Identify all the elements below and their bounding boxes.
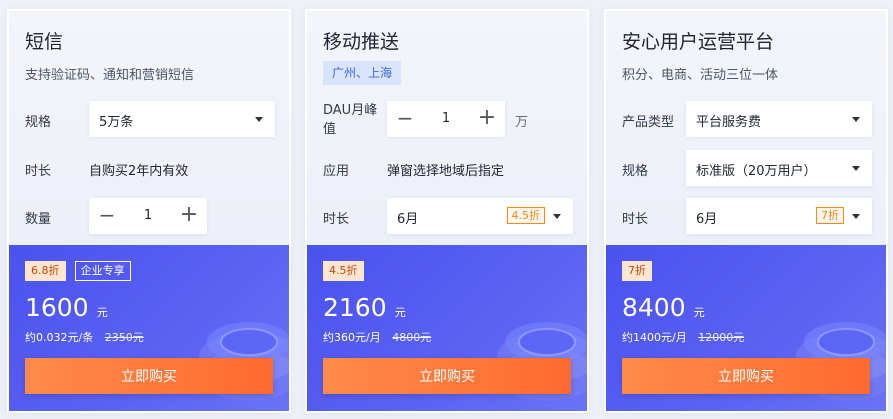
card-config: 安心用户运营平台 积分、电商、活动三位一体 产品类型 平台服务费 规格 标准版（… [606, 11, 886, 247]
dau-stepper[interactable]: − 1 + [387, 101, 505, 137]
buy-button[interactable]: 立即购买 [622, 358, 870, 394]
duration-label: 时长 [25, 164, 52, 179]
tag-group: 7折 [622, 261, 656, 281]
discount-badge: 4.5折 [323, 261, 364, 281]
product-type-label: 产品类型 [622, 115, 675, 130]
duration-select[interactable]: 6月 7折 [686, 198, 872, 234]
product-type-select[interactable]: 平台服务费 [686, 101, 872, 137]
chevron-down-icon [255, 117, 263, 122]
card-config: 短信 支持验证码、通知和营销短信 规格 5万条 时长 自购买2年内有效 数量 −… [9, 11, 289, 247]
dau-unit: 万 [515, 115, 529, 130]
spec-select[interactable]: 5万条 [89, 101, 275, 137]
duration-select-value: 6月 [696, 212, 718, 227]
duration-discount-badge: 7折 [816, 207, 844, 224]
discount-badge: 7折 [622, 261, 652, 281]
usage-text: 弹窗选择地域后指定 [387, 164, 505, 179]
duration-select[interactable]: 6月 4.5折 [387, 198, 573, 234]
duration-label: 时长 [323, 212, 350, 227]
price: 2160 元 [323, 293, 406, 322]
dau-label: DAU月峰值 [323, 103, 378, 137]
quantity-label: 数量 [25, 212, 52, 227]
card-subtitle: 支持验证码、通知和营销短信 [25, 68, 195, 83]
discount-badge: 6.8折 [25, 261, 66, 281]
chevron-down-icon [852, 117, 860, 122]
price-panel: 4.5折 2160 元 约360元/月 4800元 立即购买 [307, 245, 587, 411]
spec-label: 规格 [25, 115, 52, 130]
price-currency: 元 [96, 306, 108, 319]
price-panel: 6.8折 企业专享 1600 元 约0.032元/条 2350元 立即购买 [9, 245, 289, 411]
duration-discount-badge: 4.5折 [506, 207, 545, 224]
usage-label: 应用 [323, 164, 350, 179]
price-amount: 2160 [323, 293, 387, 322]
product-card-ops-platform: 安心用户运营平台 积分、电商、活动三位一体 产品类型 平台服务费 规格 标准版（… [604, 9, 888, 413]
product-card-push: 移动推送 广州、上海 DAU月峰值 − 1 + 万 应用 弹窗选择地域后指定 时… [305, 9, 589, 413]
spec-select-value: 5万条 [99, 115, 134, 130]
unit-price: 约0.032元/条 2350元 [25, 329, 144, 345]
unit-price: 约1400元/月 12000元 [622, 329, 744, 345]
quantity-stepper[interactable]: − 1 + [89, 198, 207, 234]
price-amount: 8400 [622, 293, 686, 322]
original-price: 2350元 [104, 331, 144, 344]
plus-button[interactable]: + [469, 101, 505, 137]
duration-text: 自购买2年内有效 [89, 164, 189, 179]
card-title: 安心用户运营平台 [622, 31, 775, 53]
duration-label: 时长 [622, 212, 649, 227]
plus-button[interactable]: + [171, 198, 207, 234]
minus-button[interactable]: − [387, 101, 423, 137]
buy-button[interactable]: 立即购买 [323, 358, 571, 394]
spec-select[interactable]: 标准版（20万用户） [686, 150, 872, 186]
price-amount: 1600 [25, 293, 89, 322]
card-config: 移动推送 广州、上海 DAU月峰值 − 1 + 万 应用 弹窗选择地域后指定 时… [307, 11, 587, 247]
unit-price-text: 约1400元/月 [622, 331, 687, 344]
spec-select-value: 标准版（20万用户） [696, 164, 817, 179]
minus-button[interactable]: − [89, 198, 125, 234]
chevron-down-icon [553, 214, 561, 219]
chevron-down-icon [852, 166, 860, 171]
spec-label: 规格 [622, 164, 649, 179]
tag-group: 4.5折 [323, 261, 368, 281]
price: 1600 元 [25, 293, 108, 322]
quantity-value[interactable]: 1 [125, 208, 171, 223]
original-price: 12000元 [698, 331, 745, 344]
price-currency: 元 [394, 306, 406, 319]
unit-price-text: 约360元/月 [323, 331, 381, 344]
price-panel: 7折 8400 元 约1400元/月 12000元 立即购买 [606, 245, 886, 411]
chevron-down-icon [852, 214, 860, 219]
duration-select-value: 6月 [397, 212, 419, 227]
unit-price-text: 约0.032元/条 [25, 331, 94, 344]
card-subtitle: 积分、电商、活动三位一体 [622, 68, 779, 83]
product-type-value: 平台服务费 [696, 115, 762, 130]
product-card-sms: 短信 支持验证码、通知和营销短信 规格 5万条 时长 自购买2年内有效 数量 −… [7, 9, 291, 413]
price: 8400 元 [622, 293, 705, 322]
original-price: 4800元 [392, 331, 432, 344]
tag-group: 6.8折 企业专享 [25, 261, 135, 281]
dau-value[interactable]: 1 [423, 111, 469, 126]
enterprise-badge: 企业专享 [74, 261, 131, 281]
card-title: 移动推送 [323, 31, 400, 53]
unit-price: 约360元/月 4800元 [323, 329, 431, 345]
price-currency: 元 [693, 306, 705, 319]
card-title: 短信 [25, 31, 64, 53]
region-chip: 广州、上海 [323, 61, 402, 85]
buy-button[interactable]: 立即购买 [25, 358, 273, 394]
